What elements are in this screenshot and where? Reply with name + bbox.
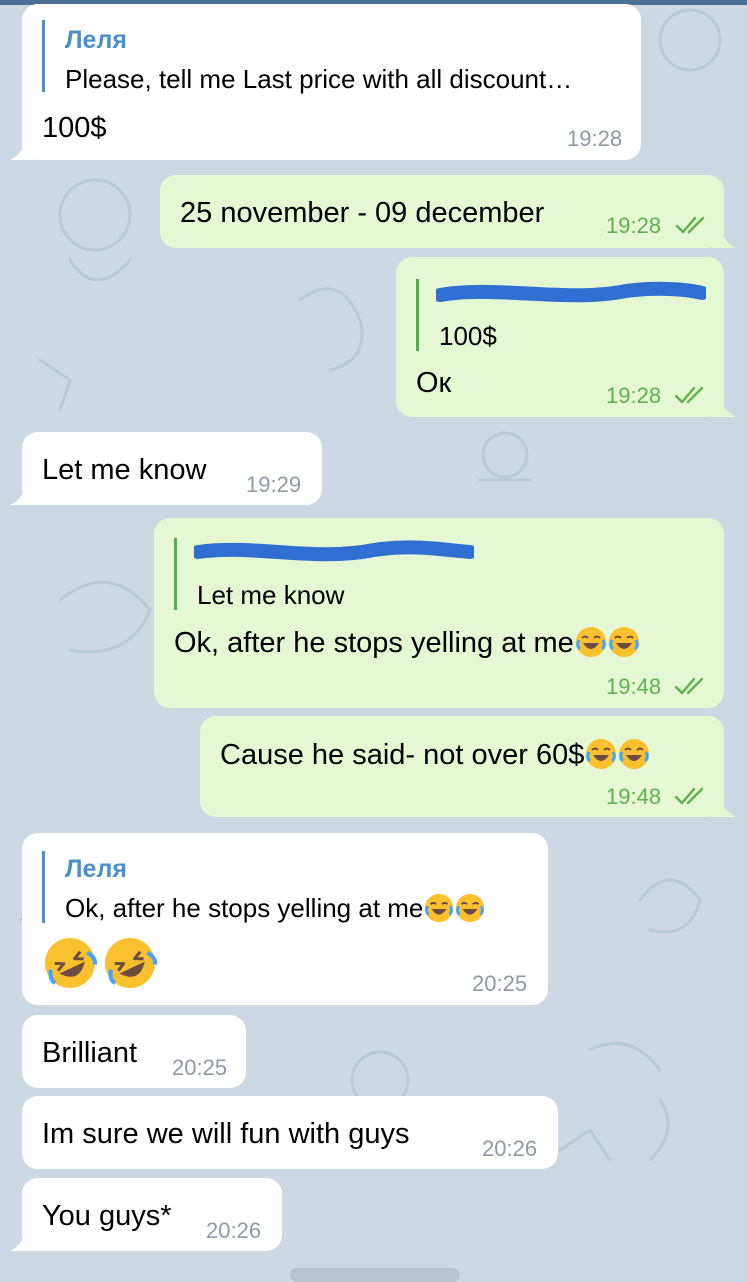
message-time: 19:29 (246, 472, 302, 497)
outgoing-message[interactable]: 25 november - 09 december 19:28 (160, 175, 724, 248)
message-text: You guys* (42, 1200, 172, 1232)
message-text: Brilliant (42, 1037, 138, 1069)
reply-text: Let me know (197, 580, 345, 610)
reply-text: Please, tell me Last price with all disc… (65, 64, 573, 94)
double-check-icon (674, 677, 704, 695)
message-text: Let me know (42, 454, 207, 486)
reply-text: Ok, after he stops yelling at me (65, 893, 485, 924)
message-time: 20:25 (172, 1055, 228, 1080)
message-time: 20:25 (472, 971, 528, 996)
reply-text-content: Ok, after he stops yelling at me (65, 893, 424, 923)
bubble-tail (10, 1227, 34, 1251)
incoming-message[interactable]: Let me know 19:29 (22, 432, 322, 505)
message-text: 25 november - 09 december (180, 197, 545, 229)
incoming-message[interactable]: You guys* 20:26 (22, 1178, 282, 1251)
incoming-message[interactable]: Леля Ok, after he stops yelling at me 20… (22, 833, 548, 1005)
message-time: 20:26 (482, 1136, 538, 1161)
incoming-message[interactable]: Brilliant 20:25 (22, 1015, 246, 1088)
message-time: 19:48 (606, 784, 662, 809)
reply-quote[interactable] (416, 279, 419, 351)
message-text-content: Ok, after he stops yelling at me (174, 627, 574, 659)
reply-sender-name: Леля (65, 26, 127, 54)
outgoing-message[interactable]: Let me know Ok, after he stops yelling a… (154, 518, 724, 708)
bubble-tail (712, 393, 736, 417)
joy-emoji (586, 739, 617, 769)
joy-emoji (575, 627, 606, 657)
incoming-message[interactable]: Леля Please, tell me Last price with all… (22, 4, 641, 160)
outgoing-message[interactable]: Cause he said- not over 60$ 19:48 (200, 716, 724, 817)
double-check-icon (674, 787, 704, 805)
reply-text: 100$ (439, 321, 497, 351)
bubble-tail (712, 793, 736, 817)
bubble-tail (10, 136, 34, 160)
reply-quote[interactable] (174, 538, 177, 610)
joy-emoji (456, 893, 485, 923)
redaction-scribble (194, 540, 474, 562)
message-time: 19:28 (567, 126, 623, 151)
incoming-message[interactable]: Im sure we will fun with guys 20:26 (22, 1096, 558, 1169)
reply-quote[interactable] (42, 20, 45, 92)
bubble-tail (10, 481, 34, 505)
double-check-icon (674, 386, 704, 404)
bubble-tail (712, 224, 736, 248)
message-time: 20:26 (206, 1218, 262, 1243)
rofl-emoji (45, 938, 98, 988)
message-text: Ok, after he stops yelling at me (174, 626, 640, 660)
double-check-icon (675, 216, 705, 234)
message-text: 100$ (42, 112, 107, 144)
redaction-scribble (436, 281, 706, 303)
message-time: 19:28 (606, 213, 662, 238)
joy-emoji (608, 627, 639, 657)
joy-emoji (619, 739, 650, 769)
message-text: Im sure we will fun with guys (42, 1118, 410, 1150)
reply-quote[interactable] (42, 851, 45, 923)
message-text: Ок (416, 367, 452, 399)
rofl-emoji (105, 938, 158, 988)
message-time: 19:48 (606, 674, 662, 699)
outgoing-message[interactable]: 100$ Ок 19:28 (396, 257, 724, 417)
reply-sender-name: Леля (65, 855, 127, 883)
joy-emoji (425, 893, 454, 923)
message-text-content: Cause he said- not over 60$ (220, 739, 585, 771)
message-text: Cause he said- not over 60$ (220, 738, 650, 772)
emoji-row (42, 935, 162, 996)
message-time: 19:28 (606, 383, 662, 408)
